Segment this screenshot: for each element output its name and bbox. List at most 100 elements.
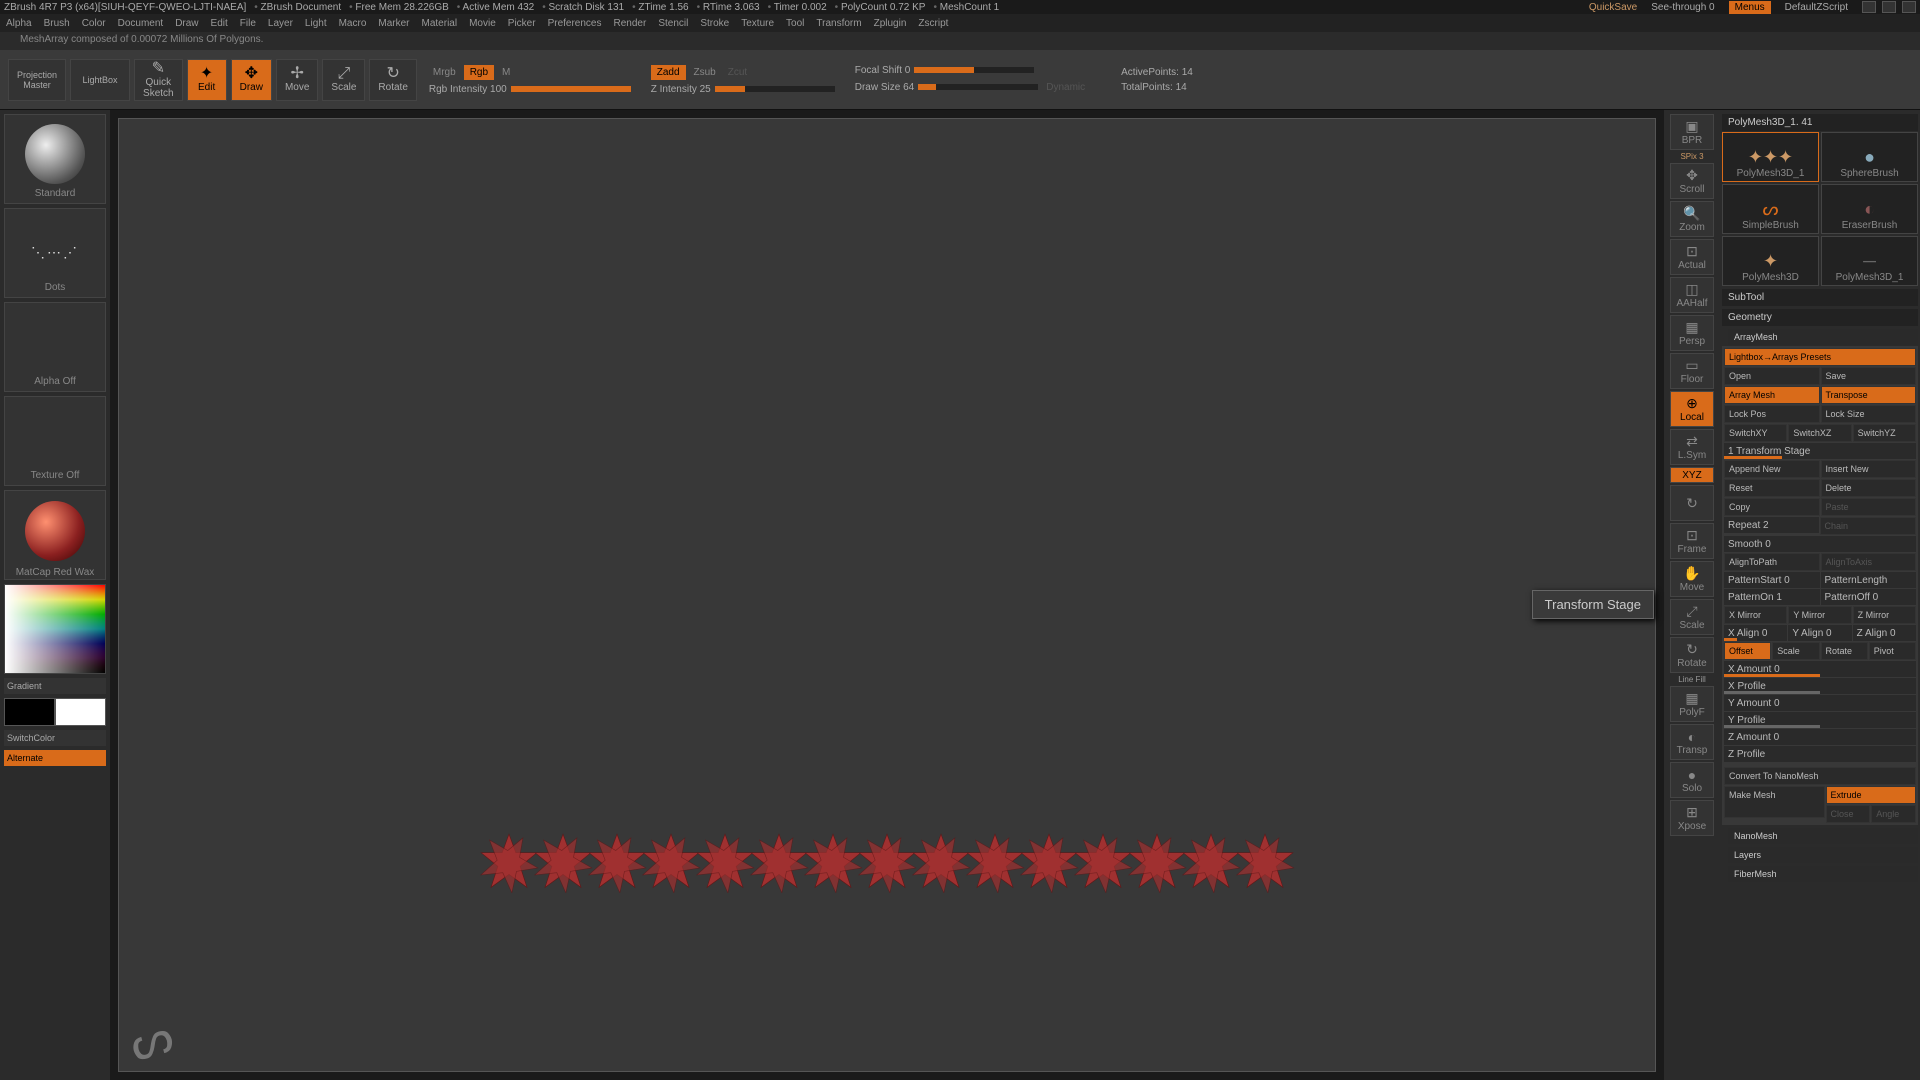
- move-nav-button[interactable]: ✋Move: [1670, 561, 1714, 597]
- m-button[interactable]: M: [498, 65, 514, 80]
- rgb-button[interactable]: Rgb: [464, 65, 494, 80]
- xpose-button[interactable]: ⊞Xpose: [1670, 800, 1714, 836]
- texture-thumb[interactable]: Texture Off: [4, 396, 106, 486]
- brush-thumb[interactable]: Standard: [4, 114, 106, 204]
- z-profile-button[interactable]: Z Profile: [1724, 746, 1916, 762]
- spix-slider[interactable]: SPix 3: [1680, 152, 1703, 161]
- arraymesh-section[interactable]: ArrayMesh: [1728, 329, 1918, 345]
- max-icon[interactable]: [1882, 1, 1896, 13]
- make-mesh-button[interactable]: Make Mesh: [1724, 786, 1825, 818]
- zmirror-button[interactable]: Z Mirror: [1853, 606, 1916, 624]
- quicksave-button[interactable]: QuickSave: [1589, 2, 1637, 13]
- menu-item[interactable]: Movie: [469, 18, 496, 29]
- patternlength-slider[interactable]: PatternLength: [1821, 572, 1917, 588]
- scale-button[interactable]: ⤢Scale: [322, 59, 365, 101]
- menu-item[interactable]: Layer: [268, 18, 293, 29]
- min-icon[interactable]: [1862, 1, 1876, 13]
- geometry-section[interactable]: Geometry: [1722, 309, 1918, 326]
- switchxy-button[interactable]: SwitchXY: [1724, 424, 1787, 442]
- focal-shift-slider[interactable]: Focal Shift 0: [855, 65, 911, 76]
- zsub-button[interactable]: Zsub: [690, 65, 720, 80]
- patternoff-slider[interactable]: PatternOff 0: [1821, 589, 1917, 605]
- default-script[interactable]: DefaultZScript: [1785, 2, 1848, 13]
- edit-button[interactable]: ✦Edit: [187, 59, 227, 101]
- convert-nanomesh-button[interactable]: Convert To NanoMesh: [1724, 767, 1916, 785]
- gradient-button[interactable]: Gradient: [4, 678, 106, 694]
- menu-item[interactable]: Alpha: [6, 18, 32, 29]
- rgb-intensity-slider[interactable]: Rgb Intensity 100: [429, 84, 507, 95]
- subtool-section[interactable]: SubTool: [1722, 289, 1918, 306]
- aligntoaxis-button[interactable]: AlignToAxis: [1821, 553, 1917, 571]
- pivot-tab[interactable]: Pivot: [1869, 642, 1916, 660]
- tool-item[interactable]: ✦✦✦PolyMesh3D_1: [1722, 132, 1819, 182]
- insert-new-button[interactable]: Insert New: [1821, 460, 1917, 478]
- lock-size-button[interactable]: Lock Size: [1821, 405, 1917, 423]
- frame-button[interactable]: ⊡Frame: [1670, 523, 1714, 559]
- y-profile-button[interactable]: Y Profile: [1724, 712, 1916, 728]
- tool-item[interactable]: ◐EraserBrush: [1821, 184, 1918, 234]
- nanomesh-section[interactable]: NanoMesh: [1728, 828, 1918, 844]
- rotate-nav-button[interactable]: ↻Rotate: [1670, 637, 1714, 673]
- menu-item[interactable]: Macro: [339, 18, 367, 29]
- menu-item[interactable]: Stencil: [658, 18, 688, 29]
- switchcolor-button[interactable]: SwitchColor: [4, 730, 106, 746]
- tool-item[interactable]: ✦PolyMesh3D: [1722, 236, 1819, 286]
- rotate-tab[interactable]: Rotate: [1821, 642, 1868, 660]
- lsym-button[interactable]: ⇄L.Sym: [1670, 429, 1714, 465]
- open-button[interactable]: Open: [1724, 367, 1820, 385]
- menu-item[interactable]: Draw: [175, 18, 198, 29]
- y-amount-slider[interactable]: Y Amount 0: [1724, 695, 1916, 711]
- layers-section[interactable]: Layers: [1728, 847, 1918, 863]
- local-button[interactable]: ⊕Local: [1670, 391, 1714, 427]
- menu-item[interactable]: Light: [305, 18, 327, 29]
- save-button[interactable]: Save: [1821, 367, 1917, 385]
- polyf-button[interactable]: ▦PolyF: [1670, 686, 1714, 722]
- alpha-thumb[interactable]: Alpha Off: [4, 302, 106, 392]
- bpr-button[interactable]: ▣BPR: [1670, 114, 1714, 150]
- close-icon[interactable]: [1902, 1, 1916, 13]
- z-intensity-slider[interactable]: Z Intensity 25: [651, 84, 711, 95]
- repeat-slider[interactable]: Repeat 2: [1724, 517, 1819, 533]
- menu-item[interactable]: Picker: [508, 18, 536, 29]
- menu-item[interactable]: Stroke: [700, 18, 729, 29]
- lightbox-button[interactable]: LightBox: [70, 59, 130, 101]
- menu-item[interactable]: Render: [614, 18, 647, 29]
- rotate-axis-button[interactable]: ↻: [1670, 485, 1714, 521]
- yalign-slider[interactable]: Y Align 0: [1788, 625, 1851, 641]
- menu-item[interactable]: Preferences: [548, 18, 602, 29]
- menu-item[interactable]: Tool: [786, 18, 804, 29]
- zoom-button[interactable]: 🔍Zoom: [1670, 201, 1714, 237]
- persp-button[interactable]: ▦Persp: [1670, 315, 1714, 351]
- close-button[interactable]: Close: [1826, 805, 1871, 823]
- menu-item[interactable]: File: [240, 18, 256, 29]
- extrude-button[interactable]: Extrude: [1826, 786, 1917, 804]
- color-picker[interactable]: [4, 584, 106, 674]
- patternstart-slider[interactable]: PatternStart 0: [1724, 572, 1820, 588]
- lightbox-presets-button[interactable]: Lightbox→Arrays Presets: [1724, 348, 1916, 366]
- projection-master-button[interactable]: Projection Master: [8, 59, 66, 101]
- move-button[interactable]: ✢Move: [276, 59, 318, 101]
- tool-item[interactable]: ─PolyMesh3D_1: [1821, 236, 1918, 286]
- menu-item[interactable]: Material: [422, 18, 458, 29]
- secondary-color[interactable]: [4, 698, 55, 726]
- transform-stage-slider[interactable]: 1 Transform Stage: [1724, 443, 1916, 459]
- menu-item[interactable]: Color: [82, 18, 106, 29]
- paste-button[interactable]: Paste: [1821, 498, 1917, 516]
- menu-item[interactable]: Document: [118, 18, 164, 29]
- switchyz-button[interactable]: SwitchYZ: [1853, 424, 1916, 442]
- alternate-button[interactable]: Alternate: [4, 750, 106, 766]
- aligntopath-button[interactable]: AlignToPath: [1724, 553, 1820, 571]
- x-amount-slider[interactable]: X Amount 0: [1724, 661, 1916, 677]
- menus-button[interactable]: Menus: [1729, 1, 1771, 14]
- xyz-button[interactable]: XYZ: [1670, 467, 1714, 483]
- z-amount-slider[interactable]: Z Amount 0: [1724, 729, 1916, 745]
- xmirror-button[interactable]: X Mirror: [1724, 606, 1787, 624]
- x-profile-button[interactable]: X Profile: [1724, 678, 1916, 694]
- menu-item[interactable]: Zscript: [918, 18, 948, 29]
- zadd-button[interactable]: Zadd: [651, 65, 686, 80]
- scale-nav-button[interactable]: ⤢Scale: [1670, 599, 1714, 635]
- actual-button[interactable]: ⊡Actual: [1670, 239, 1714, 275]
- angle-button[interactable]: Angle: [1871, 805, 1916, 823]
- switchxz-button[interactable]: SwitchXZ: [1788, 424, 1851, 442]
- fibermesh-section[interactable]: FiberMesh: [1728, 866, 1918, 882]
